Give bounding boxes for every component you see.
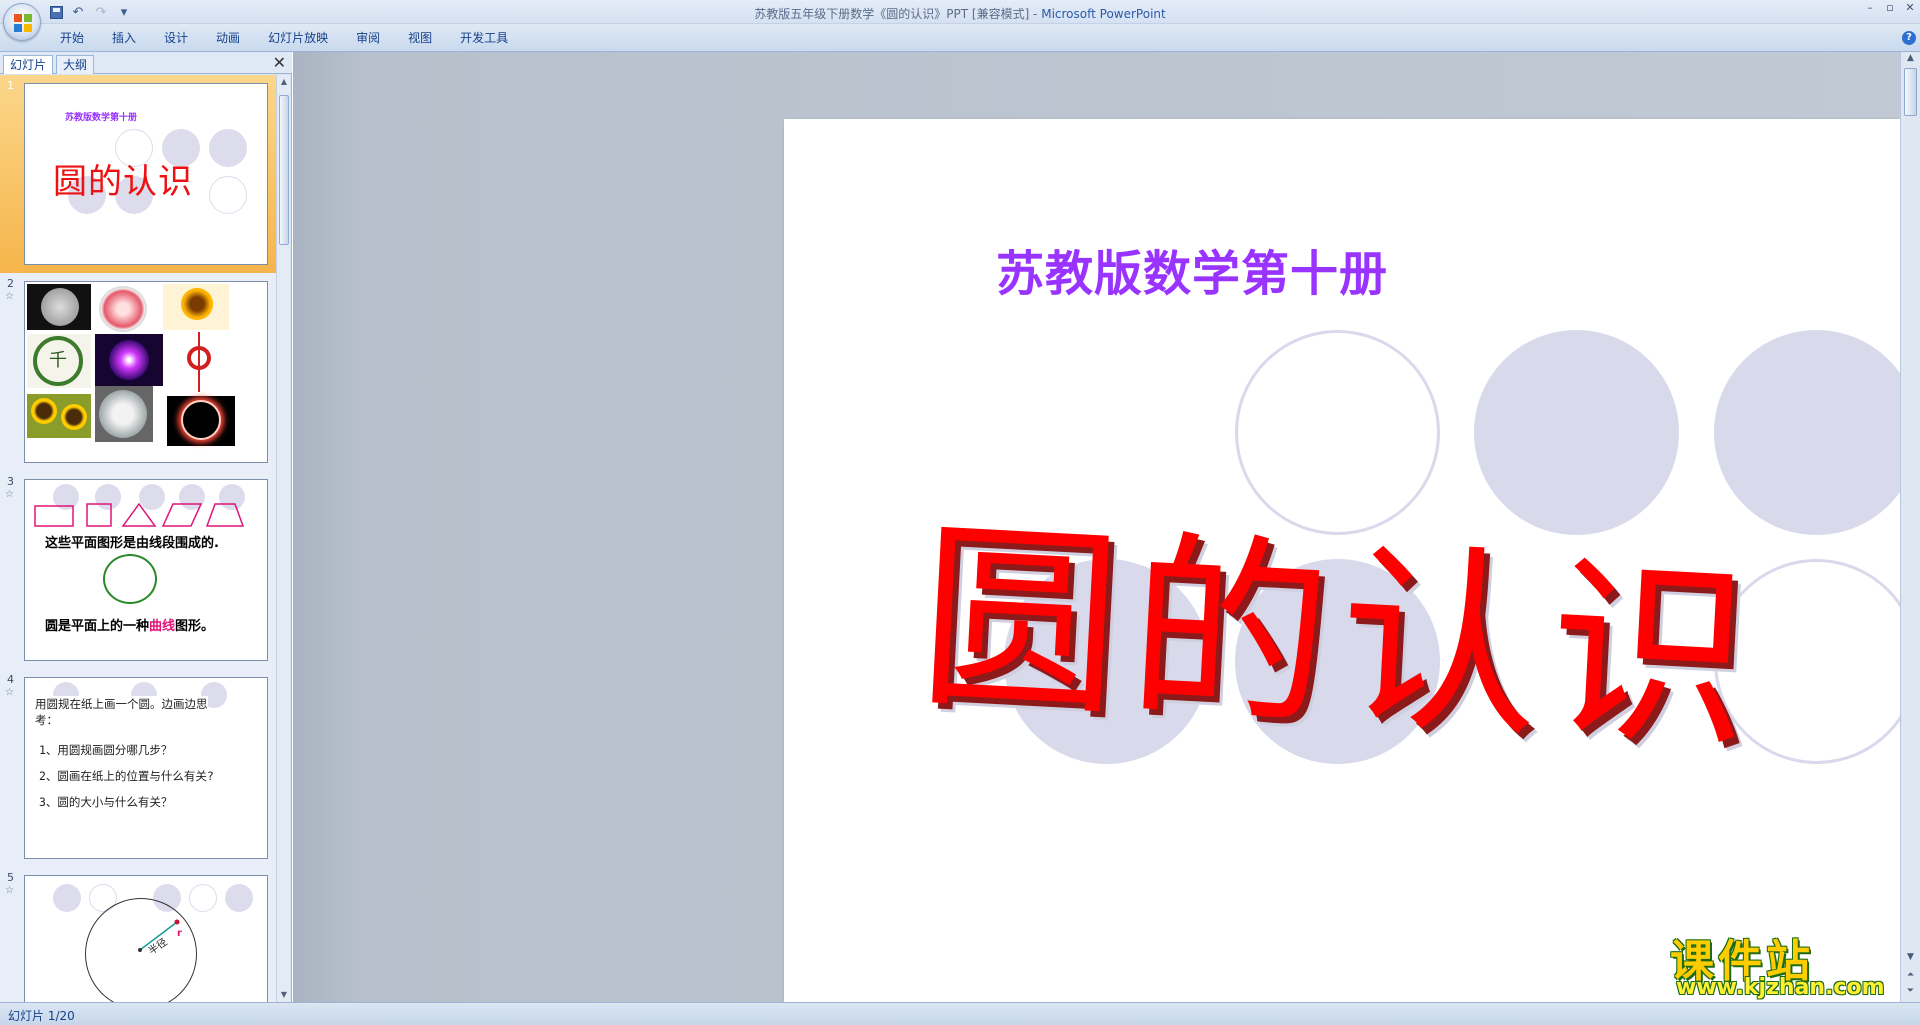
- scroll-up-icon[interactable]: ▲: [277, 75, 291, 89]
- slide-subtitle[interactable]: 苏教版数学第十册: [996, 234, 1388, 304]
- editor-scrollbar[interactable]: ▲ ▼ ⏶ ⏷: [1900, 52, 1920, 1002]
- circle-shape: [189, 884, 217, 912]
- thumb-text-line2: 圆是平面上的一种曲线图形。: [45, 619, 215, 634]
- thumb-text: 考：: [35, 713, 58, 727]
- status-bar: 幻灯片 1/20: [0, 1002, 1920, 1025]
- photo-glow: [95, 334, 163, 386]
- tab-outline[interactable]: 大纲: [56, 55, 95, 74]
- thumbnails-scrollbar[interactable]: ▲ ▼: [276, 75, 290, 1002]
- photo-sunflowers: [27, 394, 91, 438]
- minimize-button[interactable]: –: [1864, 2, 1876, 14]
- scroll-thumb[interactable]: [279, 95, 289, 245]
- tab-view[interactable]: 视图: [408, 30, 446, 46]
- r-label: r: [177, 928, 182, 939]
- tab-insert[interactable]: 插入: [112, 30, 150, 46]
- title-bar: ↶ ↷ ▾ 苏教版五年级下册数学《圆的认识》PPT [兼容模式] - Micro…: [0, 0, 1920, 24]
- slide-preview: 千: [24, 281, 268, 463]
- slide-thumbnail-2[interactable]: 2 ☆ 千: [0, 273, 276, 471]
- circle-shape: [209, 129, 247, 167]
- circle-shape: [209, 176, 247, 214]
- panel-tabs: 幻灯片 大纲 ✕: [0, 52, 292, 74]
- next-slide-icon[interactable]: ⏷: [1901, 986, 1920, 996]
- slide-preview: 用圆规在纸上画一个圆。边画边思 考： 1、用圆规画圆分哪几步？ 2、圆画在纸上的…: [24, 677, 268, 859]
- window-title: 苏教版五年级下册数学《圆的认识》PPT [兼容模式] - Microsoft P…: [0, 5, 1920, 22]
- slide-number: 1: [7, 79, 14, 92]
- office-logo-icon: [14, 14, 32, 32]
- photo-bowl: [95, 386, 153, 442]
- current-slide[interactable]: 苏教版数学第十册 圆的认识: [784, 119, 1920, 1025]
- animation-star-icon: ☆: [5, 687, 14, 698]
- green-circle-shape: [103, 554, 157, 604]
- slide-thumbnail-1[interactable]: 1 苏教版数学第十册 圆的认识: [0, 75, 276, 273]
- scroll-down-icon[interactable]: ▼: [277, 988, 291, 1002]
- tab-developer[interactable]: 开发工具: [460, 30, 522, 46]
- tab-design[interactable]: 设计: [164, 30, 202, 46]
- tab-slides[interactable]: 幻灯片: [3, 55, 54, 74]
- thumb-text: 2、圆画在纸上的位置与什么有关?: [39, 769, 214, 783]
- scroll-thumb[interactable]: [1904, 68, 1917, 116]
- animation-star-icon: ☆: [5, 291, 14, 302]
- slide-editor-area: 苏教版数学第十册 圆的认识 课件站 www.kjzhan.com: [293, 52, 1920, 1025]
- thumb-text: 3、圆的大小与什么有关？: [39, 795, 173, 809]
- slide-thumbnail-4[interactable]: 4 ☆ 用圆规在纸上画一个圆。边画边思 考： 1、用圆规画圆分哪几步？ 2、圆画…: [0, 669, 276, 867]
- slide-preview: 半径 r: [24, 875, 268, 1002]
- photo-knot: [185, 332, 213, 392]
- watermark-logo: 课件站 www.kjzhan.com: [1668, 925, 1900, 1001]
- scroll-down-icon[interactable]: ▼: [1901, 952, 1920, 962]
- photo-flowers: [163, 284, 229, 330]
- watermark-url: www.kjzhan.com: [1676, 975, 1885, 1000]
- slide-thumbnails-list: 1 苏教版数学第十册 圆的认识 2 ☆ 千 3 ☆ 这些平面图形是由线段围成的.…: [0, 75, 276, 1002]
- slide-preview: 苏教版数学第十册 圆的认识: [24, 83, 268, 265]
- tab-home[interactable]: 开始: [60, 30, 98, 46]
- ribbon-tabs-bar: 开始 插入 设计 动画 幻灯片放映 审阅 视图 开发工具 ?: [0, 24, 1920, 52]
- tab-animations[interactable]: 动画: [216, 30, 254, 46]
- office-button[interactable]: [3, 3, 41, 41]
- ribbon-tabs: 开始 插入 设计 动画 幻灯片放映 审阅 视图 开发工具: [60, 30, 536, 46]
- document-title: 苏教版五年级下册数学《圆的认识》PPT [兼容模式] -: [754, 7, 1042, 21]
- tab-review[interactable]: 审阅: [356, 30, 394, 46]
- slides-panel: 幻灯片 大纲 ✕ 1 苏教版数学第十册 圆的认识 2 ☆ 千 3 ☆ 这些平面图…: [0, 52, 292, 1002]
- app-name: Microsoft PowerPoint: [1041, 7, 1166, 21]
- photo-plate: [97, 284, 151, 334]
- photo-emblem: 千: [27, 334, 91, 388]
- restore-button[interactable]: ▫: [1884, 2, 1896, 14]
- slide-title[interactable]: 圆的认识: [914, 454, 1768, 788]
- thumb-subtitle: 苏教版数学第十册: [65, 113, 138, 123]
- slide-thumbnail-3[interactable]: 3 ☆ 这些平面图形是由线段围成的. 圆是平面上的一种曲线图形。: [0, 471, 276, 669]
- photo-moon: [27, 284, 91, 330]
- slide-preview: 这些平面图形是由线段围成的. 圆是平面上的一种曲线图形。: [24, 479, 268, 661]
- plane-shapes: [34, 502, 245, 527]
- slide-number: 4: [7, 673, 14, 686]
- animation-star-icon: ☆: [5, 489, 14, 500]
- scroll-up-icon[interactable]: ▲: [1901, 53, 1920, 63]
- help-icon[interactable]: ?: [1902, 31, 1916, 45]
- circle-shape: [225, 884, 253, 912]
- slide-number: 3: [7, 475, 14, 488]
- slide-number: 5: [7, 871, 14, 884]
- thumb-text: 1、用圆规画圆分哪几步？: [39, 743, 173, 757]
- slide-number: 2: [7, 277, 14, 290]
- thumb-text-line1: 这些平面图形是由线段围成的.: [45, 536, 219, 551]
- tab-slideshow[interactable]: 幻灯片放映: [268, 30, 342, 46]
- window-controls: – ▫ ✕: [1864, 2, 1916, 14]
- thumb-title: 圆的认识: [53, 162, 193, 202]
- slide-thumbnail-5[interactable]: 5 ☆ 半径 r: [0, 867, 276, 1002]
- panel-close-icon[interactable]: ✕: [273, 54, 286, 72]
- close-button[interactable]: ✕: [1904, 2, 1916, 14]
- animation-star-icon: ☆: [5, 885, 14, 896]
- circle-shape: [53, 884, 81, 912]
- previous-slide-icon[interactable]: ⏶: [1901, 970, 1920, 980]
- slide-counter: 幻灯片 1/20: [8, 1009, 75, 1023]
- photo-eclipse: [167, 396, 235, 446]
- thumb-text: 用圆规在纸上画一个圆。边画边思: [35, 696, 208, 712]
